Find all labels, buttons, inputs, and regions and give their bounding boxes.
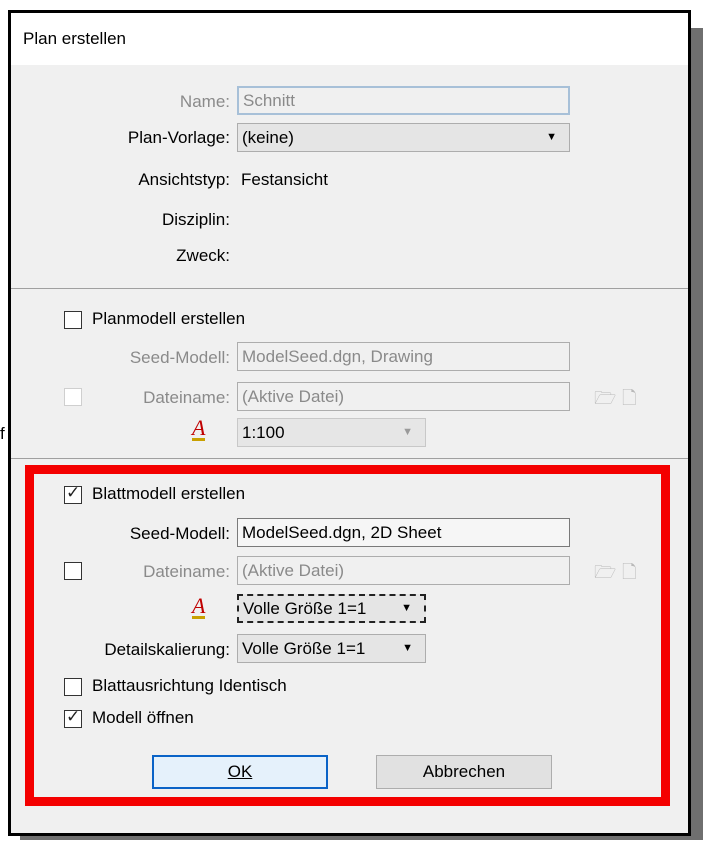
viewtype-label: Ansichtstyp:	[138, 170, 230, 189]
chevron-down-icon: ▼	[402, 426, 413, 438]
separator	[11, 458, 688, 459]
design-scale-dropdown[interactable]: 1:100 ▼	[237, 418, 426, 447]
sheet-model-checkbox[interactable]: ✓	[64, 483, 82, 504]
name-field[interactable]: Schnitt	[237, 86, 570, 115]
design-model-label: Planmodell erstellen	[92, 309, 246, 328]
detail-scale-value: Volle Größe 1=1	[242, 639, 366, 658]
chevron-down-icon: ▼	[401, 602, 412, 614]
folder-icon[interactable]: 🗁	[594, 560, 616, 590]
template-label: Plan-Vorlage:	[127, 128, 230, 147]
chevron-down-icon: ▼	[546, 131, 557, 143]
cancel-button-label: Abbrechen	[422, 762, 506, 781]
sheet-seed-field[interactable]: ModelSeed.dgn, 2D Sheet	[237, 518, 570, 547]
scale-icon: A	[192, 593, 206, 619]
design-seed-field[interactable]: ModelSeed.dgn, Drawing	[237, 342, 570, 371]
separator	[11, 288, 688, 289]
sheet-filename-label: Dateiname:	[143, 562, 230, 581]
viewtype-value: Festansicht	[241, 170, 328, 189]
new-file-icon[interactable]: 🗋	[622, 386, 636, 416]
detail-scale-dropdown[interactable]: Volle Größe 1=1 ▼	[237, 634, 426, 663]
checkmark-icon: ✓	[66, 707, 81, 726]
cancel-button[interactable]: Abbrechen	[376, 755, 552, 789]
design-filename-label: Dateiname:	[143, 388, 230, 407]
purpose-label: Zweck:	[176, 246, 230, 265]
design-seed-label: Seed-Modell:	[129, 348, 230, 367]
detail-scale-label: Detailskalierung:	[104, 640, 230, 659]
orientation-label: Blattausrichtung Identisch	[92, 676, 287, 695]
sheet-scale-value: Volle Größe 1=1	[243, 599, 367, 618]
template-dropdown[interactable]: (keine) ▼	[237, 123, 570, 152]
open-model-label: Modell öffnen	[92, 708, 194, 727]
sheet-scale-dropdown[interactable]: Volle Größe 1=1 ▼	[237, 594, 426, 623]
ok-button[interactable]: OK	[152, 755, 328, 789]
sheet-filename-field[interactable]: (Aktive Datei)	[237, 556, 570, 585]
folder-icon[interactable]: 🗁	[594, 386, 616, 416]
discipline-label: Disziplin:	[161, 210, 230, 229]
sheet-model-label: Blattmodell erstellen	[92, 484, 246, 503]
edge-text: f	[0, 424, 5, 443]
chevron-down-icon: ▼	[402, 642, 413, 654]
name-label: Name:	[179, 92, 230, 111]
design-model-checkbox[interactable]	[64, 311, 82, 329]
dialog-shadow-bottom	[20, 836, 703, 840]
design-scale-value: 1:100	[242, 423, 285, 442]
scale-icon: A	[192, 415, 206, 441]
new-file-icon[interactable]: 🗋	[622, 560, 636, 590]
checkmark-icon: ✓	[66, 483, 81, 502]
design-filename-field[interactable]: (Aktive Datei)	[237, 382, 570, 411]
ok-button-label: OK	[227, 762, 253, 781]
orientation-checkbox[interactable]	[64, 678, 82, 696]
sheet-seed-label: Seed-Modell:	[129, 524, 230, 543]
template-value: (keine)	[242, 128, 294, 147]
open-model-checkbox[interactable]: ✓	[64, 707, 82, 728]
dialog-title: Plan erstellen	[23, 29, 127, 48]
dialog-shadow	[691, 28, 703, 840]
